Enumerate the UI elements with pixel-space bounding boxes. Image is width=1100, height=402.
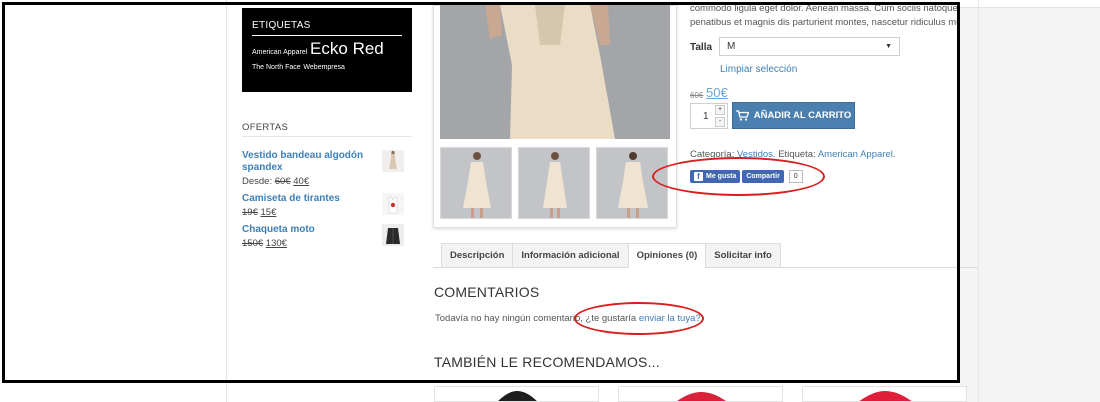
content-right-border <box>978 0 979 402</box>
offer-link[interactable]: Camiseta de tirantes <box>242 193 370 205</box>
offer-link[interactable]: Chaqueta moto <box>242 224 370 236</box>
description-line: commodo ligula eget dolor. Aenean massa.… <box>690 3 958 14</box>
offer-item: Vestido bandeau algodón spandex Desde: 6… <box>242 150 412 187</box>
facebook-share-label: Compartir <box>746 173 780 180</box>
share-count-badge: 0 <box>788 170 803 183</box>
recommendations-heading: TAMBIÉN LE RECOMENDAMOS... <box>434 354 660 370</box>
tag-link[interactable]: American Apparel <box>818 149 893 160</box>
chevron-down-icon: ▼ <box>885 43 892 50</box>
social-buttons: f Me gusta Compartir 0 <box>690 170 803 183</box>
offer-thumbnail[interactable] <box>382 193 404 215</box>
facebook-icon: f <box>694 172 703 181</box>
offers-divider <box>242 136 412 137</box>
tab-additional-info[interactable]: Información adicional <box>512 243 628 268</box>
submit-review-link[interactable]: enviar la tuya? <box>639 313 701 324</box>
tank-top-thumbnail-image <box>382 193 404 215</box>
description-line: penatibus et magnis dis parturient monte… <box>690 17 960 28</box>
meta-end: . <box>892 149 896 160</box>
offer-link[interactable]: Vestido bandeau algodón spandex <box>242 150 370 174</box>
facebook-like-label: Me gusta <box>706 173 737 180</box>
product-meta: Categoría: Vestidos. Etiqueta: American … <box>690 149 895 160</box>
tag-link-american-apparel[interactable]: American Apparel <box>252 49 307 56</box>
content-left-border <box>226 0 227 402</box>
gallery-thumbnail[interactable] <box>440 147 512 219</box>
tags-widget: ETIQUETAS American Apparel Ecko Red The … <box>242 8 412 92</box>
dress-thumbnail-image <box>382 150 404 172</box>
product-sale-price: 50€ <box>706 85 728 100</box>
recommended-product-image <box>627 389 775 401</box>
product-main-image[interactable] <box>440 5 670 139</box>
right-strip-top-bar <box>960 0 1100 8</box>
tab-description[interactable]: Descripción <box>441 243 513 268</box>
clear-selection-link[interactable]: Limpiar selección <box>720 64 797 75</box>
comments-empty-text: Todavía no hay ningún comentario, ¿te gu… <box>435 313 639 324</box>
tag-cloud: American Apparel Ecko Red The North Face… <box>252 39 402 75</box>
product-tabs: Descripción Información adicional Opinio… <box>441 243 781 268</box>
gallery-thumbnail[interactable] <box>518 147 590 219</box>
recommended-product-card[interactable] <box>802 386 967 402</box>
dress-side-photo <box>519 148 589 218</box>
offer-price: Desde: 60€ 40€ <box>242 176 412 187</box>
size-select-value: M <box>727 41 736 52</box>
offer-item: Camiseta de tirantes 19€ 15€ <box>242 193 412 218</box>
offer-item: Chaqueta moto 150€ 130€ <box>242 224 412 249</box>
recommended-product-card[interactable] <box>618 386 783 402</box>
offer-old-price: 19€ <box>242 207 258 218</box>
recommended-product-image <box>443 389 591 401</box>
tag-link-the-north-face[interactable]: The North Face <box>252 64 301 71</box>
offer-new-price: 15€ <box>260 207 277 218</box>
offer-old-price: 150€ <box>242 238 264 249</box>
offer-new-price: 130€ <box>265 238 287 249</box>
facebook-share-button[interactable]: Compartir <box>742 170 784 183</box>
offer-thumbnail[interactable] <box>382 224 404 246</box>
tag-link-webempresa[interactable]: Webempresa <box>303 64 345 71</box>
tab-reviews[interactable]: Opiniones (0) <box>627 243 706 268</box>
tag-link-ecko-red[interactable]: Ecko Red <box>310 39 384 58</box>
offer-old-price: 60€ <box>274 176 291 187</box>
add-to-cart-button[interactable]: AÑADIR AL CARRITO <box>732 102 855 129</box>
product-old-price: 60€ <box>690 91 704 100</box>
offer-price-prefix: Desde: <box>242 176 275 187</box>
offers-title: OFERTAS <box>242 122 289 133</box>
comments-empty-message: Todavía no hay ningún comentario, ¿te gu… <box>435 313 701 324</box>
quantity-stepper[interactable]: 1 + - <box>690 103 728 129</box>
size-label: Talla <box>690 42 713 53</box>
add-to-cart-label: AÑADIR AL CARRITO <box>753 110 852 121</box>
dress-back-photo <box>597 148 667 218</box>
dress-photo <box>440 5 670 139</box>
quantity-decrease-button[interactable]: - <box>715 117 725 127</box>
dress-front-photo <box>441 148 511 218</box>
tags-widget-title: ETIQUETAS <box>252 20 402 36</box>
gallery-thumbnail[interactable] <box>596 147 668 219</box>
category-label: Categoría: <box>690 149 737 160</box>
jacket-thumbnail-image <box>382 224 404 246</box>
recommended-product-card[interactable] <box>434 386 599 402</box>
quantity-increase-button[interactable]: + <box>715 105 725 115</box>
right-background-strip <box>960 0 1100 402</box>
category-link[interactable]: Vestidos <box>737 149 773 160</box>
cart-icon <box>735 110 749 121</box>
facebook-like-button[interactable]: f Me gusta <box>690 170 741 183</box>
offer-new-price: 40€ <box>293 176 310 187</box>
recommended-product-image <box>811 389 959 401</box>
tag-label: . Etiqueta: <box>772 149 818 160</box>
tab-request-info[interactable]: Solicitar info <box>705 243 781 268</box>
comments-heading: COMENTARIOS <box>434 284 540 300</box>
size-select[interactable]: M ▼ <box>719 37 900 56</box>
offer-thumbnail[interactable] <box>382 150 404 172</box>
product-short-description: commodo ligula eget dolor. Aenean massa.… <box>690 2 960 30</box>
quantity-input[interactable]: 1 <box>703 111 709 122</box>
